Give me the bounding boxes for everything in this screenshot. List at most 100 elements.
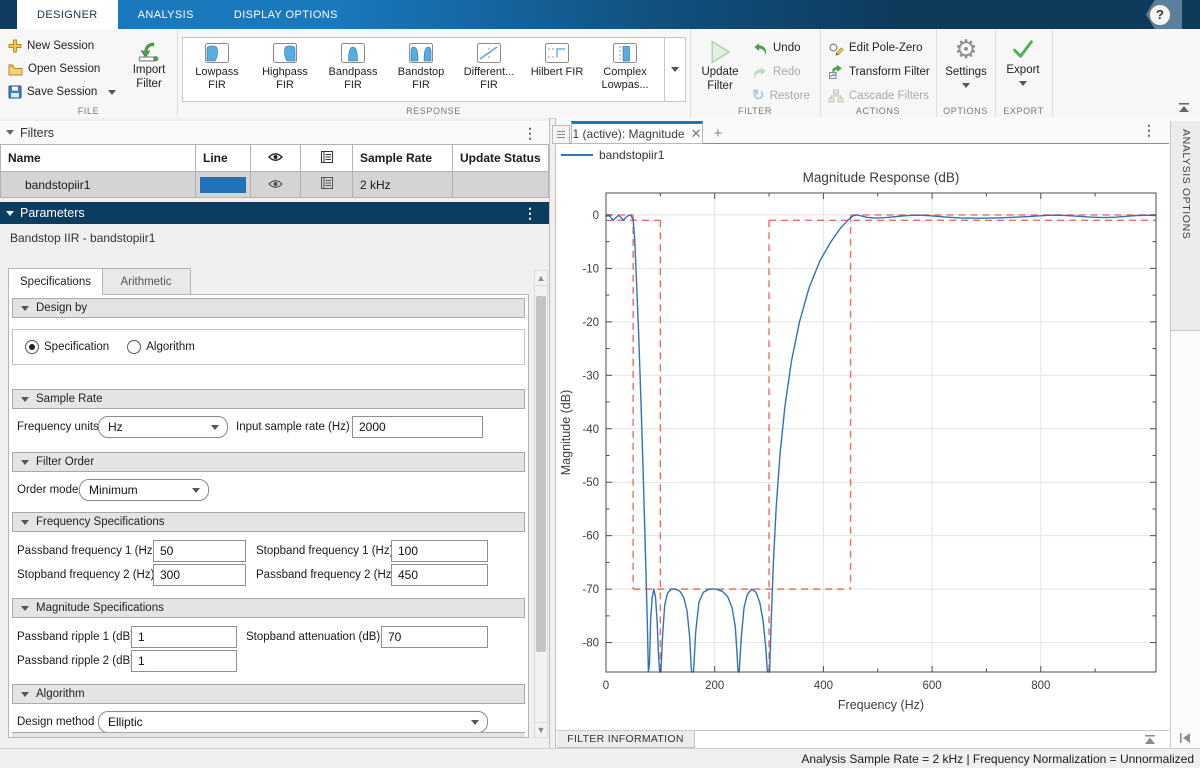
bandstop-fir-button[interactable]: Bandstop FIR <box>387 38 455 101</box>
filter-name-cell[interactable]: bandstopiir1 <box>1 172 196 198</box>
section-design-by[interactable]: Design by <box>12 298 525 318</box>
parameters-collapse-icon[interactable] <box>6 211 14 216</box>
section-sample-rate[interactable]: Sample Rate <box>12 389 525 409</box>
section-magnitude-specs[interactable]: Magnitude Specifications <box>12 598 525 618</box>
gallery-label: FIR <box>480 79 498 92</box>
tab-display-options[interactable]: DISPLAY OPTIONS <box>214 0 358 29</box>
scroll-up-button[interactable]: ▲ <box>534 270 548 286</box>
save-session-button[interactable]: Save Session <box>8 83 116 101</box>
column-line[interactable]: Line <box>196 145 251 172</box>
collapse-ribbon-button[interactable] <box>1176 102 1192 114</box>
differentiator-fir-button[interactable]: Different... FIR <box>455 38 523 101</box>
scrollbar-thumb[interactable] <box>536 296 546 652</box>
filter-line-swatch[interactable] <box>200 177 246 193</box>
gallery-label: Different... <box>464 66 515 79</box>
analysis-options-label: ANALYSIS OPTIONS <box>1180 129 1192 239</box>
plot-tab-bar-menu-icon[interactable]: ⋮ <box>1142 125 1156 135</box>
restore-button[interactable]: ↻ Restore <box>752 87 810 105</box>
passband-ripple-2-field[interactable] <box>131 650 237 672</box>
column-name[interactable]: Name <box>1 145 196 172</box>
tab-specifications[interactable]: Specifications <box>8 268 103 295</box>
status-bar-text: Analysis Sample Rate = 2 kHz | Frequency… <box>801 752 1194 766</box>
stopband-freq-1-field[interactable] <box>391 540 488 562</box>
tab-analysis[interactable]: ANALYSIS <box>118 0 214 29</box>
transform-filter-button[interactable]: Transform Filter <box>828 63 930 81</box>
filter-update-status-cell[interactable] <box>453 172 549 198</box>
svg-text:-60: -60 <box>582 531 599 543</box>
new-session-plus-icon <box>8 39 22 53</box>
input-sample-rate-label: Input sample rate (Hz) <box>236 416 350 438</box>
import-filter-button[interactable]: Import Filter <box>126 41 172 91</box>
filters-menu-icon[interactable]: ⋮ <box>523 128 537 138</box>
filter-row-bandstopiir1[interactable]: bandstopiir1 2 kHz <box>1 172 549 198</box>
add-plot-tab-button[interactable]: + <box>703 123 733 144</box>
update-filter-label-2: Filter <box>707 79 733 93</box>
edit-pole-zero-button[interactable]: Edit Pole-Zero <box>828 39 923 57</box>
eye-icon <box>268 179 283 189</box>
design-method-dropdown[interactable]: Elliptic <box>98 711 488 733</box>
column-info[interactable] <box>301 145 353 172</box>
filters-collapse-icon[interactable] <box>6 130 14 135</box>
open-session-label: Open Session <box>28 63 100 75</box>
tab-arithmetic[interactable]: Arithmetic <box>101 268 191 295</box>
stopband-freq-2-field[interactable] <box>153 564 246 586</box>
settings-button[interactable]: ⚙ Settings <box>942 35 990 88</box>
radio-specification[interactable]: Specification <box>25 340 109 354</box>
filter-visibility-cell[interactable] <box>251 172 301 198</box>
column-update-status[interactable]: Update Status <box>453 145 549 172</box>
complex-lowpass-button[interactable]: Complex Lowpas... <box>591 38 659 101</box>
stopband-attenuation-label: Stopband attenuation (dB) <box>246 626 380 648</box>
gallery-label: Highpass <box>262 66 308 79</box>
response-gallery-expand-button[interactable] <box>664 37 686 102</box>
save-session-dropdown-icon[interactable] <box>108 90 116 95</box>
section-filter-order-label: Filter Order <box>36 456 94 468</box>
update-filter-button[interactable]: Update Filter <box>696 39 744 93</box>
radio-algorithm[interactable]: Algorithm <box>127 340 195 354</box>
passband-freq-1-field[interactable] <box>153 540 246 562</box>
undo-button[interactable]: Undo <box>752 39 801 57</box>
lowpass-fir-button[interactable]: Lowpass FIR <box>183 38 251 101</box>
help-glyph: ? <box>1156 7 1164 22</box>
highpass-fir-button[interactable]: Highpass FIR <box>251 38 319 101</box>
column-visibility[interactable] <box>251 145 301 172</box>
collapse-strip-icon[interactable] <box>1179 732 1192 744</box>
scroll-down-button[interactable]: ▼ <box>534 722 548 738</box>
bandstop-fir-icon <box>409 43 433 63</box>
plot-tab-active[interactable]: 1 (active): Magnitude ✕ <box>571 121 703 144</box>
section-frequency-specs[interactable]: Frequency Specifications <box>12 512 525 532</box>
svg-text:0: 0 <box>593 210 599 222</box>
tab-designer[interactable]: DESIGNER <box>17 0 118 29</box>
input-sample-rate-field[interactable] <box>352 416 483 438</box>
new-session-button[interactable]: New Session <box>8 37 94 55</box>
column-sample-rate[interactable]: Sample Rate <box>353 145 453 172</box>
frequency-units-label: Frequency units <box>17 416 99 438</box>
filter-info-cell[interactable] <box>301 172 353 198</box>
plot-tab-label: 1 (active): Magnitude <box>573 127 685 141</box>
hilbert-fir-button[interactable]: Hilbert FIR <box>523 38 591 101</box>
highpass-fir-icon <box>273 43 297 63</box>
section-algorithm[interactable]: Algorithm <box>12 684 525 704</box>
close-icon[interactable]: ✕ <box>691 126 702 142</box>
response-group-label: RESPONSE <box>177 106 690 116</box>
bandpass-fir-button[interactable]: Bandpass FIR <box>319 38 387 101</box>
filter-sample-rate-cell[interactable]: 2 kHz <box>353 172 453 198</box>
stopband-attenuation-field[interactable] <box>381 626 488 648</box>
open-session-button[interactable]: Open Session <box>8 60 100 78</box>
parameters-menu-icon[interactable]: ⋮ <box>523 208 537 218</box>
export-button[interactable]: Export <box>1000 37 1046 86</box>
edit-pole-zero-label: Edit Pole-Zero <box>849 42 923 54</box>
passband-ripple-1-field[interactable] <box>131 626 237 648</box>
order-mode-dropdown[interactable]: Minimum <box>79 479 209 501</box>
redo-button[interactable]: Redo <box>752 63 801 81</box>
passband-freq-2-field[interactable] <box>391 564 488 586</box>
list-icon <box>321 151 333 163</box>
section-filter-order[interactable]: Filter Order <box>12 452 525 472</box>
analysis-options-tab[interactable]: ANALYSIS OPTIONS <box>1171 121 1200 331</box>
expand-filter-info-icon[interactable] <box>1143 734 1157 745</box>
frequency-units-dropdown[interactable]: Hz <box>98 416 228 438</box>
design-by-radio-group: Specification Algorithm <box>12 329 525 365</box>
filter-information-tab[interactable]: FILTER INFORMATION <box>557 731 695 748</box>
magnitude-response-chart: 02004006008000-10-20-30-40-50-60-70-80Ma… <box>557 166 1169 730</box>
plot-tab-list-button[interactable] <box>552 125 570 144</box>
cascade-filters-button[interactable]: Cascade Filters <box>828 87 929 105</box>
